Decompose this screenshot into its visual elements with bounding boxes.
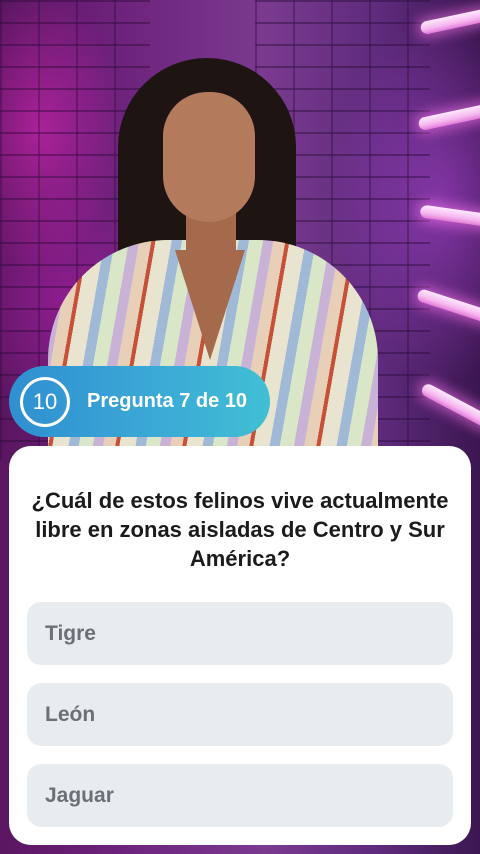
question-progress-badge: 10 Pregunta 7 de 10 bbox=[9, 366, 270, 437]
answer-option-3[interactable]: Jaguar bbox=[27, 764, 453, 827]
answer-option-1[interactable]: Tigre bbox=[27, 602, 453, 665]
answer-option-2[interactable]: León bbox=[27, 683, 453, 746]
question-counter-label: Pregunta 7 de 10 bbox=[87, 390, 248, 412]
answer-option-label: Jaguar bbox=[45, 783, 114, 807]
countdown-timer: 10 bbox=[20, 377, 70, 427]
answer-option-label: León bbox=[45, 702, 96, 726]
question-card: ¿Cuál de estos felinos vive actualmente … bbox=[9, 446, 471, 845]
question-text: ¿Cuál de estos felinos vive actualmente … bbox=[31, 488, 449, 571]
presenter-face bbox=[163, 92, 255, 222]
answer-option-label: Tigre bbox=[45, 621, 96, 645]
